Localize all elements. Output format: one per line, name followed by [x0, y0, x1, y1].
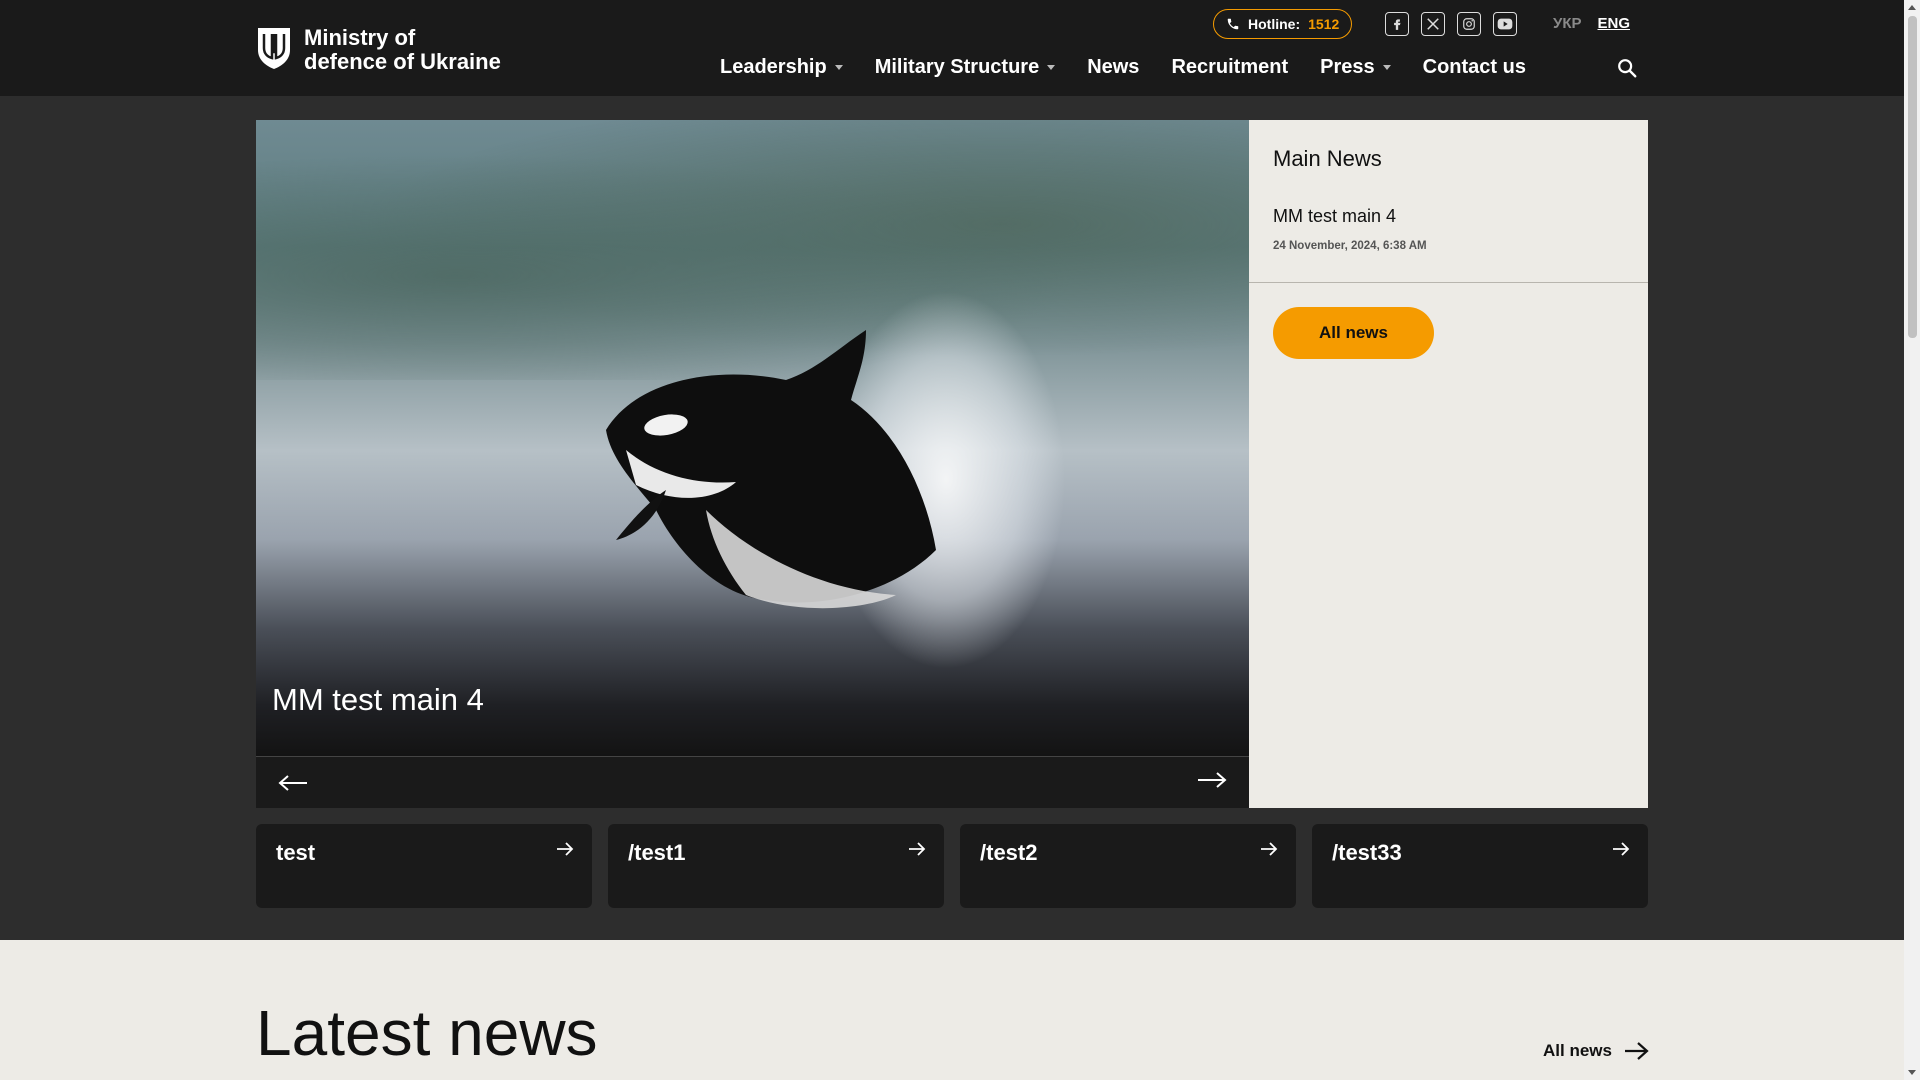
latest-news-section: Latest news All news — [0, 940, 1904, 1080]
phone-icon — [1227, 18, 1239, 30]
arrow-right-icon — [1624, 1042, 1649, 1060]
site-logo[interactable]: Ministry of defence of Ukraine — [256, 26, 501, 74]
quick-link-tile[interactable]: /test1 — [608, 824, 944, 908]
chevron-down-icon — [1047, 65, 1056, 70]
quick-link-tile[interactable]: /test33 — [1312, 824, 1648, 908]
hotline-number: 1512 — [1308, 16, 1340, 32]
arrow-right-icon — [1613, 842, 1630, 856]
latest-news-heading: Latest news — [256, 997, 598, 1069]
main-news-item-date: 24 November, 2024, 6:38 AM — [1273, 240, 1427, 252]
page-scrollbar[interactable] — [1904, 0, 1920, 1080]
hero-title[interactable]: MM test main 4 — [272, 682, 484, 718]
quick-link-tile[interactable]: /test2 — [960, 824, 1296, 908]
nav-military-structure[interactable]: Military Structure — [875, 56, 1056, 79]
instagram-icon[interactable] — [1457, 12, 1481, 36]
chevron-down-icon — [834, 65, 843, 70]
main-news-heading: Main News — [1273, 146, 1382, 171]
site-header: Ministry of defence of Ukraine Hotline: … — [0, 0, 1904, 96]
main-nav: Leadership Military Structure News Recru… — [720, 56, 1526, 79]
tile-label: /test33 — [1332, 840, 1402, 865]
youtube-icon[interactable] — [1493, 12, 1517, 36]
nav-news[interactable]: News — [1087, 56, 1139, 79]
slider-controls — [256, 756, 1249, 808]
lang-ukr-link[interactable]: УКР — [1553, 15, 1582, 32]
x-twitter-icon[interactable] — [1421, 12, 1445, 36]
arrow-right-icon — [909, 842, 926, 856]
chevron-down-icon — [1382, 65, 1391, 70]
scroll-down-arrow-icon[interactable] — [1908, 1070, 1916, 1075]
facebook-icon[interactable] — [1385, 12, 1409, 36]
arrow-right-icon — [557, 842, 574, 856]
hotline-label: Hotline: — [1248, 16, 1301, 32]
latest-all-news-link[interactable]: All news — [1543, 1040, 1650, 1062]
tile-label: /test1 — [628, 840, 686, 865]
main-news-panel: Main News MM test main 4 24 November, 20… — [1249, 120, 1648, 808]
nav-leadership[interactable]: Leadership — [720, 56, 843, 79]
arrow-left-icon[interactable] — [278, 774, 308, 792]
scroll-up-arrow-icon[interactable] — [1908, 5, 1916, 10]
social-links — [1385, 12, 1517, 36]
hotline-button[interactable]: Hotline: 1512 — [1213, 9, 1353, 39]
nav-contact-us[interactable]: Contact us — [1423, 56, 1526, 79]
language-switcher: УКР ENG — [1553, 15, 1630, 32]
trident-shield-icon — [258, 28, 290, 69]
quick-link-tile[interactable]: test — [256, 824, 592, 908]
nav-press[interactable]: Press — [1320, 56, 1391, 79]
logo-text: Ministry of defence of Ukraine — [304, 25, 501, 74]
arrow-right-icon — [1261, 842, 1278, 856]
all-news-button[interactable]: All news — [1273, 307, 1434, 359]
scrollbar-thumb[interactable] — [1908, 16, 1917, 338]
hero-slide[interactable]: MM test main 4 — [256, 120, 1249, 756]
divider — [1249, 282, 1648, 283]
orca-photo — [606, 330, 936, 609]
nav-recruitment[interactable]: Recruitment — [1171, 56, 1288, 79]
lang-eng-link[interactable]: ENG — [1598, 15, 1631, 32]
arrow-right-icon[interactable] — [1197, 771, 1227, 789]
tile-label: test — [276, 840, 316, 865]
search-icon[interactable] — [1616, 57, 1638, 79]
tile-label: /test2 — [980, 840, 1038, 865]
main-news-item-title[interactable]: MM test main 4 — [1273, 206, 1396, 227]
